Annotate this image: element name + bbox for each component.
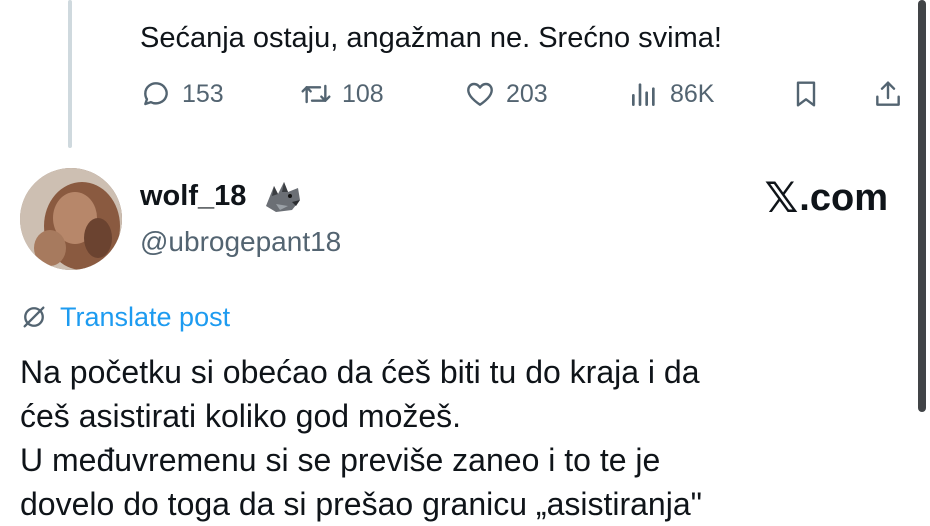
translate-label: Translate post [60,301,231,332]
wolf-emoji-icon [266,182,300,212]
globe-slash-icon [23,306,45,328]
like-count: 203 [506,80,548,108]
display-name[interactable]: wolf_18 [140,178,246,214]
scrollbar[interactable] [918,0,926,412]
bookmark-icon [796,81,816,107]
bar-chart-icon [632,83,655,106]
x-logo-icon: 𝕏 [764,174,798,221]
bookmark-button[interactable] [790,74,822,114]
heart-icon [467,82,493,106]
views-count: 86K [670,80,715,108]
reply-button[interactable]: 153 [140,74,224,114]
like-button[interactable]: 203 [464,74,548,114]
post-body: Na početku si obećao da ćeš biti tu do k… [20,350,900,526]
user-handle[interactable]: @ubrogepant18 [140,224,341,260]
repost-button[interactable]: 108 [300,74,384,114]
post-line: U međuvremenu si se previše zaneo i to t… [20,442,661,478]
avatar-photo [20,168,122,270]
share-upload-icon [876,81,900,106]
reply-count: 153 [182,80,224,108]
post-action-bar: 153 108 203 86K [140,74,910,114]
share-button[interactable] [872,74,904,114]
post-line: Na početku si obećao da ćeš biti tu do k… [20,354,700,390]
repost-count: 108 [342,80,384,108]
post-line: ćeš asistirati koliko god možeš. [20,398,462,434]
post-line: dovelo do toga da si prešao granicu „asi… [20,486,702,522]
speech-bubble-icon [144,82,168,106]
repost-arrows-icon [301,84,331,104]
brand-domain: .com [799,177,888,219]
views-button[interactable]: 86K [628,74,714,114]
translate-post-link[interactable]: Translate post [20,300,230,334]
thread-connector-line [68,0,72,148]
x-com-watermark: 𝕏 .com [764,174,888,221]
avatar[interactable] [20,168,122,270]
previous-post-text: Sećanja ostaju, angažman ne. Srećno svim… [140,22,722,54]
